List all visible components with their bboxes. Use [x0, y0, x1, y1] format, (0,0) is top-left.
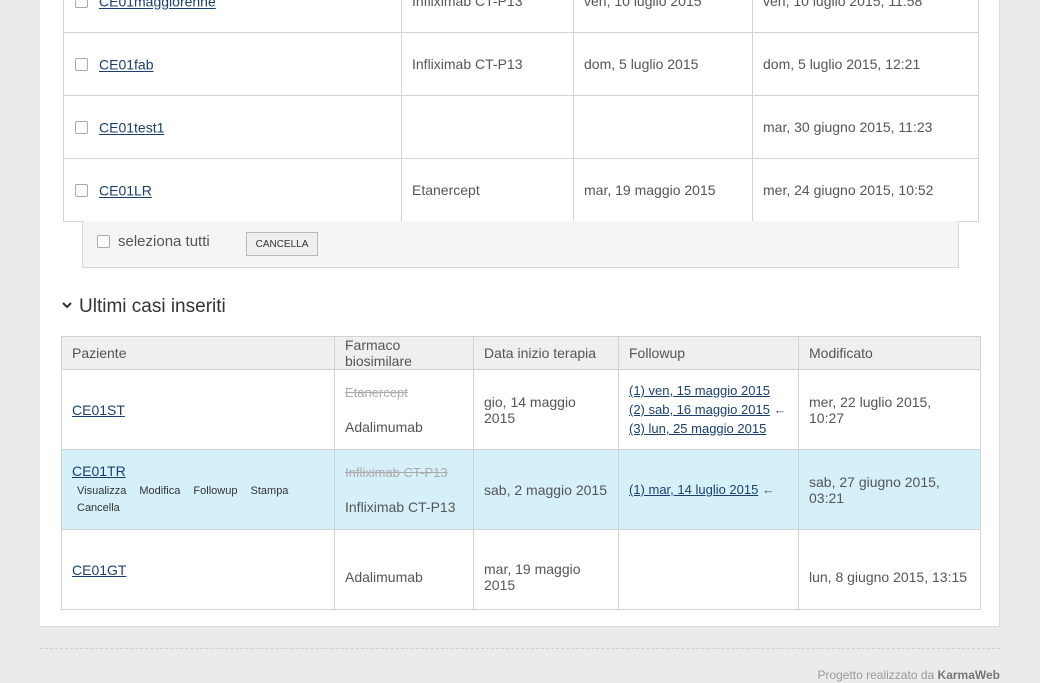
modified-cell: mar, 30 giugno 2015, 11:23	[752, 95, 979, 159]
current-drug: Infliximab CT-P13	[345, 498, 456, 515]
column-header: Farmaco biosimilare	[334, 336, 474, 370]
current-drug: Adalimumab	[345, 418, 423, 435]
modified-cell: sab, 27 giugno 2015, 03:21	[798, 449, 981, 530]
table-header-row: Paziente Farmaco biosimilare Data inizio…	[61, 336, 981, 370]
column-header: Modificato	[798, 336, 981, 370]
modified-cell: mer, 24 giugno 2015, 10:52	[752, 158, 979, 222]
footer-text: Progetto realizzato da	[817, 668, 935, 682]
row-checkbox[interactable]	[75, 121, 88, 135]
patient-link[interactable]: CE01fab	[99, 57, 153, 73]
start-date-cell: ven, 10 luglio 2015	[573, 0, 753, 33]
delete-action[interactable]: Cancella	[77, 502, 120, 514]
table-row: CE01test1 mar, 30 giugno 2015, 11:23	[63, 95, 979, 159]
start-date-cell: dom, 5 luglio 2015	[573, 32, 753, 96]
footer-credit: Progetto realizzato da KarmaWeb	[817, 668, 1000, 682]
followup-cell	[618, 529, 799, 610]
drug-cell: Infliximab CT-P13	[401, 32, 574, 96]
delete-button[interactable]: CANCELLA	[246, 232, 318, 256]
modified-cell: dom, 5 luglio 2015, 12:21	[752, 32, 979, 96]
column-header: Paziente	[61, 336, 335, 370]
bulk-actions-bar: seleziona tutti CANCELLA	[82, 221, 959, 268]
followup-action[interactable]: Followup	[193, 485, 237, 497]
select-all-checkbox[interactable]	[97, 235, 110, 248]
start-date-cell: mar, 19 maggio 2015	[484, 560, 581, 593]
arrow-left-icon: ←	[761, 482, 775, 497]
row-checkbox[interactable]	[75, 0, 88, 9]
drug-cell: Etanercept	[401, 158, 574, 222]
start-date-cell: sab, 2 maggio 2015	[473, 449, 619, 530]
table-row: CE01ST Etanercept Adalimumab gio, 14 mag…	[61, 369, 981, 450]
footer-divider	[40, 648, 1000, 649]
section-title: Ultimi casi inseriti	[79, 296, 226, 317]
row-checkbox[interactable]	[75, 184, 88, 198]
patient-link[interactable]: CE01GT	[72, 562, 126, 578]
drug-cell: Infliximab CT-P13	[401, 0, 574, 33]
start-date-cell	[573, 95, 753, 159]
row-checkbox[interactable]	[75, 58, 88, 72]
print-action[interactable]: Stampa	[251, 485, 289, 497]
followup-link[interactable]: (1) mar, 14 luglio 2015	[629, 482, 758, 497]
recent-cases-table: Paziente Farmaco biosimilare Data inizio…	[61, 336, 981, 610]
followup-link[interactable]: (3) lun, 25 maggio 2015	[629, 421, 766, 436]
followup-link[interactable]: (2) sab, 16 maggio 2015	[629, 402, 770, 417]
table-row: CE01fab Infliximab CT-P13 dom, 5 luglio …	[63, 32, 979, 96]
table-row: CE01GT Adalimumab mar, 19 maggio 2015 lu…	[61, 529, 981, 610]
modified-cell: lun, 8 giugno 2015, 13:15	[809, 568, 968, 585]
patient-link[interactable]: CE01ST	[72, 402, 125, 418]
arrow-left-icon: ←	[773, 402, 787, 417]
patient-link[interactable]: CE01TR	[72, 463, 324, 479]
drug-cell	[401, 95, 574, 159]
column-header: Data inizio terapia	[473, 336, 619, 370]
modified-cell: mer, 22 luglio 2015, 10:27	[798, 369, 981, 450]
view-action[interactable]: Visualizza	[77, 485, 126, 497]
cases-table: CE01maggiorenne Infliximab CT-P13 ven, 1…	[63, 0, 979, 222]
table-row: CE01maggiorenne Infliximab CT-P13 ven, 1…	[63, 0, 979, 33]
select-all-label: seleziona tutti	[118, 233, 210, 250]
patient-link[interactable]: CE01maggiorenne	[99, 0, 216, 10]
patient-link[interactable]: CE01LR	[99, 183, 152, 199]
start-date-cell: gio, 14 maggio 2015	[473, 369, 619, 450]
followup-link[interactable]: (1) ven, 15 maggio 2015	[629, 383, 770, 398]
current-drug: Adalimumab	[345, 568, 423, 585]
previous-drug: Etanercept	[345, 384, 408, 400]
column-header: Followup	[618, 336, 799, 370]
table-row: CE01LR Etanercept mar, 19 maggio 2015 me…	[63, 158, 979, 222]
chevron-down-icon[interactable]	[61, 299, 73, 311]
footer-brand-link[interactable]: KarmaWeb	[938, 668, 1000, 682]
table-row: CE01TR Visualizza Modifica Followup Stam…	[61, 449, 981, 530]
previous-drug: Infliximab CT-P13	[345, 464, 448, 480]
modified-cell: ven, 10 luglio 2015, 11:58	[752, 0, 979, 33]
row-actions: Visualizza Modifica Followup Stampa Canc…	[72, 483, 324, 517]
start-date-cell: mar, 19 maggio 2015	[573, 158, 753, 222]
edit-action[interactable]: Modifica	[139, 485, 180, 497]
patient-link[interactable]: CE01test1	[99, 120, 164, 136]
